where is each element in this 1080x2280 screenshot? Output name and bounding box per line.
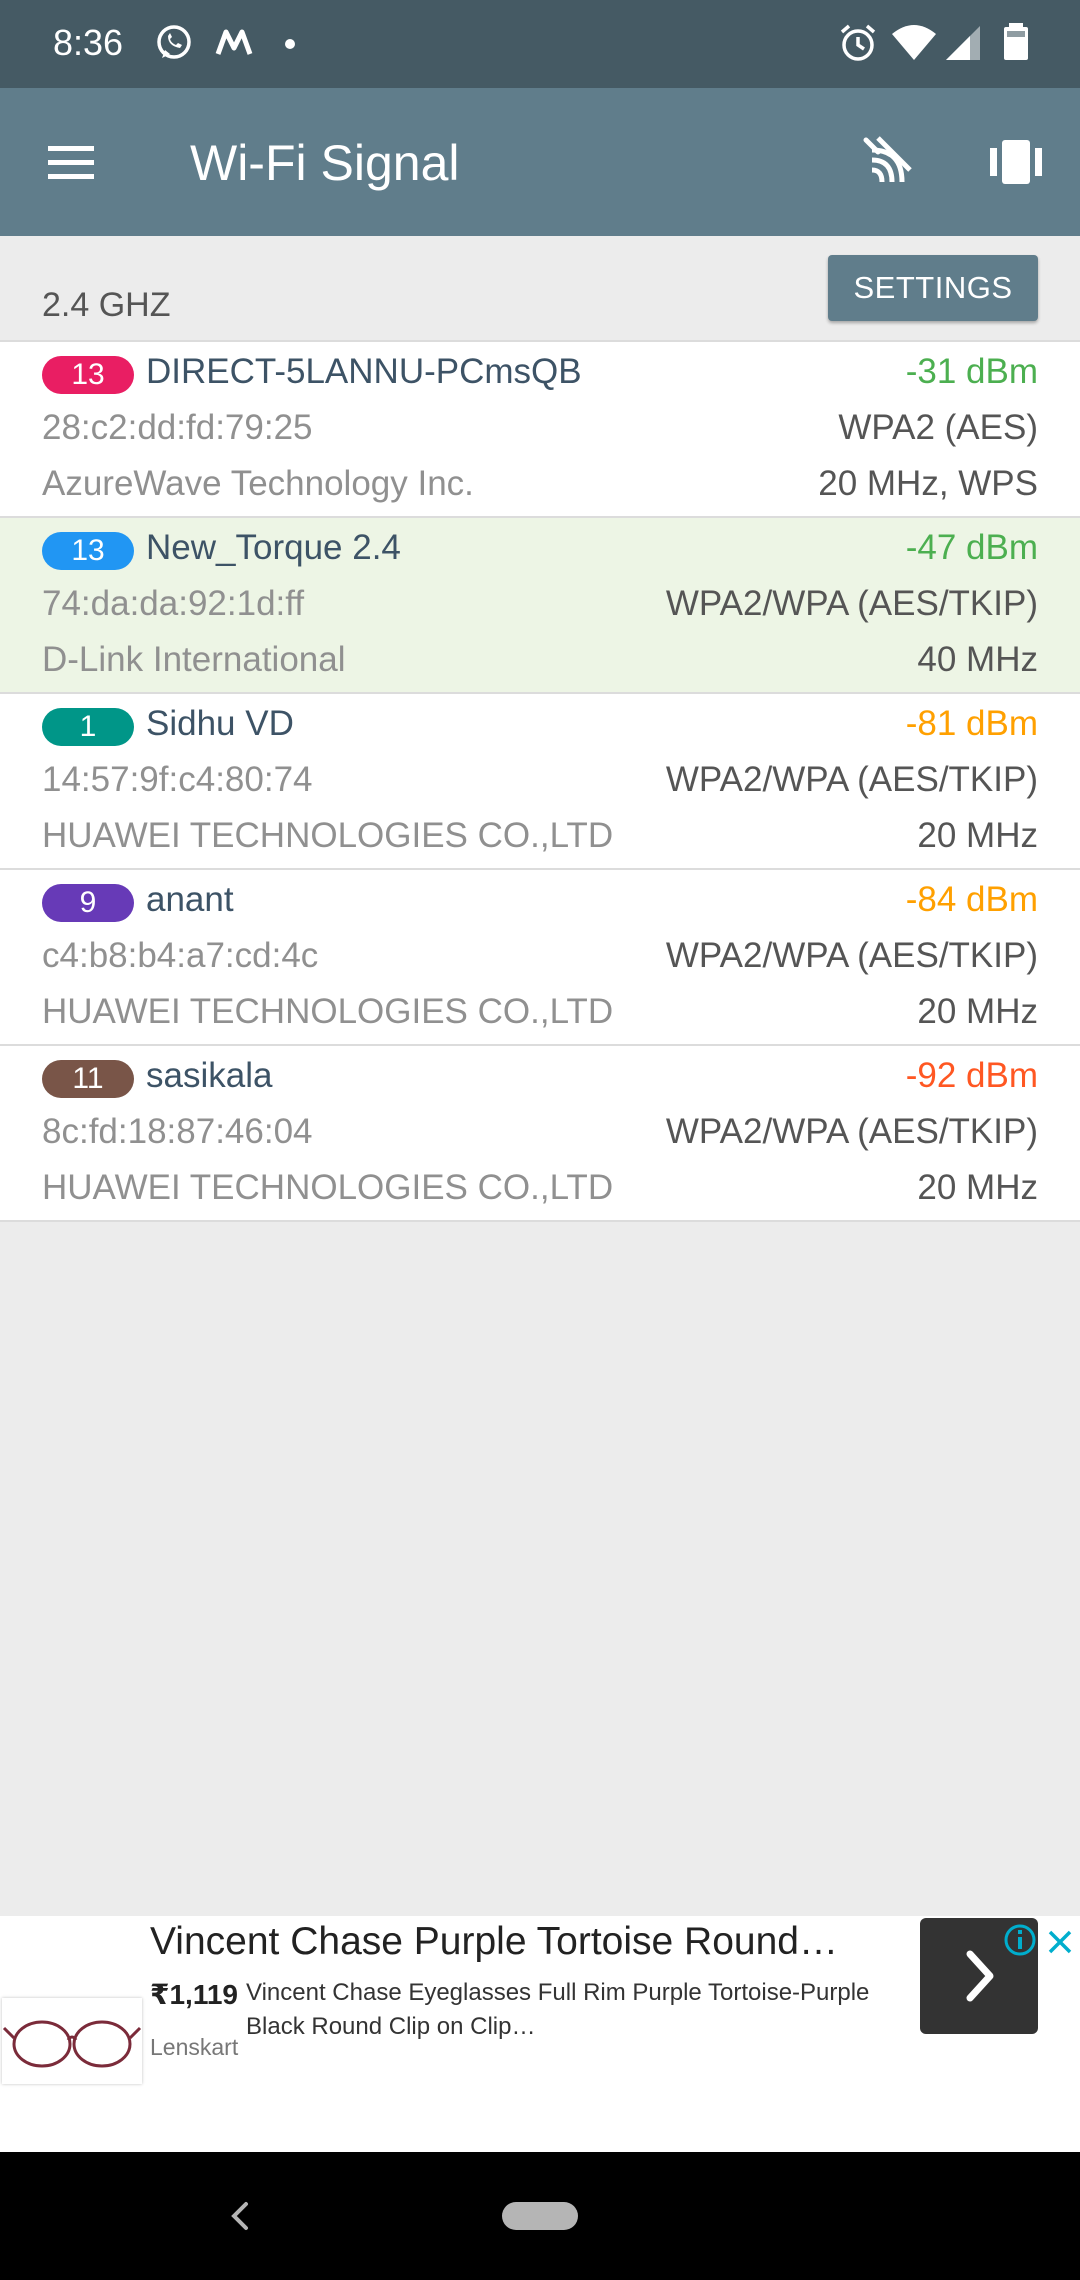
menu-icon[interactable] (36, 130, 106, 194)
security-type: WPA2/WPA (AES/TKIP) (665, 936, 1038, 975)
channel-width: 40 MHz (917, 640, 1038, 679)
mac-address: 74:da:da:92:1d:ff (42, 584, 305, 623)
signal-strength: -81 dBm (905, 704, 1038, 743)
network-ssid: DIRECT-5LANNU-PCmsQB (146, 352, 582, 391)
network-row[interactable]: 11 sasikala -92 dBm 8c:fd:18:87:46:04 WP… (0, 1044, 1080, 1222)
band-header: 2.4 GHZ SETTINGS (0, 236, 1080, 340)
wifi-icon (892, 25, 936, 60)
dot-icon (285, 39, 295, 49)
vendor-name: HUAWEI TECHNOLOGIES CO.,LTD (42, 1168, 614, 1207)
vendor-name: D-Link International (42, 640, 346, 679)
channel-width: 20 MHz (917, 1168, 1038, 1207)
navigation-bar (0, 2152, 1080, 2280)
status-time: 8:36 (53, 22, 124, 63)
channel-badge: 1 (42, 708, 134, 746)
ad-title[interactable]: Vincent Chase Purple Tortoise Round… (150, 1920, 838, 1964)
signal-strength: -92 dBm (905, 1056, 1038, 1095)
mac-address: 28:c2:dd:fd:79:25 (42, 408, 313, 447)
scan-icon[interactable] (858, 130, 922, 194)
channel-badge: 9 (42, 884, 134, 922)
channel-badge: 13 (42, 356, 134, 394)
security-type: WPA2 (AES) (838, 408, 1038, 447)
mac-address: c4:b8:b4:a7:cd:4c (42, 936, 319, 975)
security-type: WPA2/WPA (AES/TKIP) (665, 1112, 1038, 1151)
security-type: WPA2/WPA (AES/TKIP) (665, 760, 1038, 799)
app-toolbar: Wi-Fi Signal (0, 88, 1080, 236)
mac-address: 8c:fd:18:87:46:04 (42, 1112, 313, 1151)
signal-strength: -31 dBm (905, 352, 1038, 391)
cell-signal-icon (946, 26, 980, 60)
ad-banner[interactable]: Vincent Chase Purple Tortoise Round… ₹1,… (0, 1916, 1080, 2152)
network-row[interactable]: 13 New_Torque 2.4 -47 dBm 74:da:da:92:1d… (0, 516, 1080, 692)
ad-price: ₹1,119 (150, 1979, 239, 2010)
network-ssid: sasikala (146, 1056, 273, 1095)
channel-width: 20 MHz (917, 992, 1038, 1031)
security-type: WPA2/WPA (AES/TKIP) (665, 584, 1038, 623)
page-title: Wi-Fi Signal (190, 135, 460, 191)
band-label: 2.4 GHZ (42, 286, 171, 324)
whatsapp-icon (157, 25, 191, 59)
ad-info-icon[interactable] (1000, 1920, 1040, 1960)
signal-strength: -84 dBm (905, 880, 1038, 919)
eyeglasses-image (2, 1998, 142, 2084)
close-icon[interactable] (1044, 1920, 1076, 1960)
m-logo-icon (215, 29, 253, 55)
signal-strength: -47 dBm (905, 528, 1038, 567)
channel-badge: 11 (42, 1060, 134, 1098)
vendor-name: HUAWEI TECHNOLOGIES CO.,LTD (42, 816, 614, 855)
mac-address: 14:57:9f:c4:80:74 (42, 760, 313, 799)
network-ssid: New_Torque 2.4 (146, 528, 401, 567)
vibrate-icon[interactable] (984, 130, 1048, 194)
settings-button[interactable]: SETTINGS (828, 255, 1038, 321)
network-ssid: Sidhu VD (146, 704, 294, 743)
ad-source: Lenskart (150, 2034, 239, 2060)
status-bar: 8:36 (0, 0, 1080, 88)
ad-description: Vincent Chase Eyeglasses Full Rim Purple… (246, 1979, 870, 2040)
channel-badge: 13 (42, 532, 134, 570)
network-ssid: anant (146, 880, 234, 919)
vendor-name: AzureWave Technology Inc. (42, 464, 474, 503)
network-row[interactable]: 13 DIRECT-5LANNU-PCmsQB -31 dBm 28:c2:dd… (0, 340, 1080, 516)
network-row[interactable]: 9 anant -84 dBm c4:b8:b4:a7:cd:4c WPA2/W… (0, 868, 1080, 1044)
alarm-icon (840, 24, 876, 61)
home-pill[interactable] (502, 2202, 578, 2230)
back-icon[interactable] (220, 2192, 260, 2240)
channel-width: 20 MHz (917, 816, 1038, 855)
vendor-name: HUAWEI TECHNOLOGIES CO.,LTD (42, 992, 614, 1031)
battery-icon (1004, 23, 1028, 60)
network-list: 13 DIRECT-5LANNU-PCmsQB -31 dBm 28:c2:dd… (0, 340, 1080, 1222)
network-row[interactable]: 1 Sidhu VD -81 dBm 14:57:9f:c4:80:74 WPA… (0, 692, 1080, 868)
channel-width: 20 MHz, WPS (818, 464, 1038, 503)
